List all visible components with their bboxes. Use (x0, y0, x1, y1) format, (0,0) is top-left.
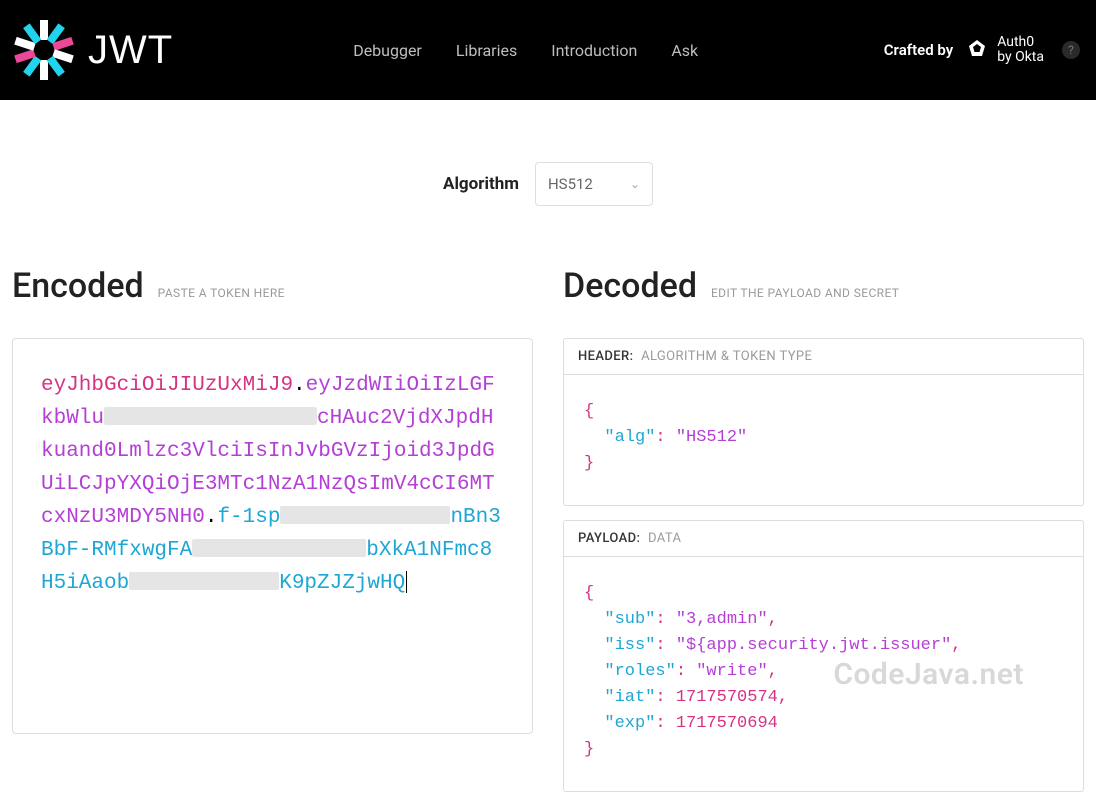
encoded-token-input[interactable]: eyJhbGciOiJIUzUxMiJ9.eyJzdWIiOiIzLGFkbWl… (12, 338, 533, 734)
nav-ask[interactable]: Ask (671, 41, 698, 60)
decoded-payload-card-title: PAYLOAD: DATA (564, 521, 1083, 557)
json-alg: "HS512" (676, 428, 747, 447)
token-header: eyJhbGciOiJIUzUxMiJ9 (41, 374, 293, 397)
card-head-val: DATA (648, 531, 681, 546)
json-iss: "${app.security.jwt.issuer" (676, 636, 951, 655)
decoded-header-json[interactable]: { "alg": "HS512" } (564, 375, 1083, 505)
encoded-subtitle: PASTE A TOKEN HERE (158, 286, 285, 300)
json-exp: 1717570694 (676, 714, 778, 733)
redacted-block (129, 572, 279, 590)
redacted-block (104, 407, 317, 425)
crafted-by[interactable]: Crafted by Auth0 by Okta ? (884, 35, 1080, 64)
jwt-logo-text: JWT (88, 28, 173, 73)
main-nav: Debugger Libraries Introduction Ask (353, 41, 698, 60)
encoded-column: Encoded PASTE A TOKEN HERE eyJhbGciOiJIU… (12, 266, 533, 806)
auth0-line2: by Okta (997, 50, 1044, 65)
json-sub: "3,admin" (676, 610, 768, 629)
algorithm-value: HS512 (548, 175, 593, 193)
crafted-by-label: Crafted by (884, 41, 953, 59)
algorithm-row: Algorithm HS512 ⌄ (0, 162, 1096, 206)
help-icon[interactable]: ? (1062, 41, 1080, 59)
decoded-header-card-title: HEADER: ALGORITHM & TOKEN TYPE (564, 339, 1083, 375)
algorithm-label: Algorithm (443, 174, 519, 194)
nav-introduction[interactable]: Introduction (551, 41, 637, 60)
card-head-val: ALGORITHM & TOKEN TYPE (641, 349, 812, 364)
decoded-subtitle: EDIT THE PAYLOAD AND SECRET (711, 286, 899, 300)
card-head-key: HEADER: (578, 349, 633, 364)
jwt-logo-icon (12, 18, 76, 82)
redacted-block (280, 506, 450, 524)
nav-libraries[interactable]: Libraries (456, 41, 517, 60)
decoded-payload-json[interactable]: { "sub": "3,admin", "iss": "${app.securi… (564, 557, 1083, 791)
logo[interactable]: JWT (12, 18, 173, 82)
algorithm-select[interactable]: HS512 ⌄ (535, 162, 653, 206)
decoded-column: Decoded EDIT THE PAYLOAD AND SECRET HEAD… (563, 266, 1084, 806)
auth0-line1: Auth0 (997, 35, 1044, 50)
token-sig-d: K9pZJZjwHQ (279, 572, 405, 595)
top-bar: JWT Debugger Libraries Introduction Ask … (0, 0, 1096, 100)
auth0-brand: Auth0 by Okta (965, 35, 1044, 64)
json-roles: "write" (696, 662, 767, 681)
text-caret (406, 571, 407, 593)
encoded-title: Encoded (12, 266, 144, 306)
auth0-icon (965, 38, 989, 62)
card-head-key: PAYLOAD: (578, 531, 640, 546)
decoded-title: Decoded (563, 266, 697, 306)
nav-debugger[interactable]: Debugger (353, 41, 422, 60)
chevron-down-icon: ⌄ (630, 177, 640, 191)
redacted-block (192, 539, 366, 557)
json-iat: 1717570574 (676, 688, 778, 707)
token-sig-a: f-1sp (217, 506, 280, 529)
decoded-header-card: HEADER: ALGORITHM & TOKEN TYPE { "alg": … (563, 338, 1084, 506)
decoded-payload-card: PAYLOAD: DATA { "sub": "3,admin", "iss":… (563, 520, 1084, 792)
